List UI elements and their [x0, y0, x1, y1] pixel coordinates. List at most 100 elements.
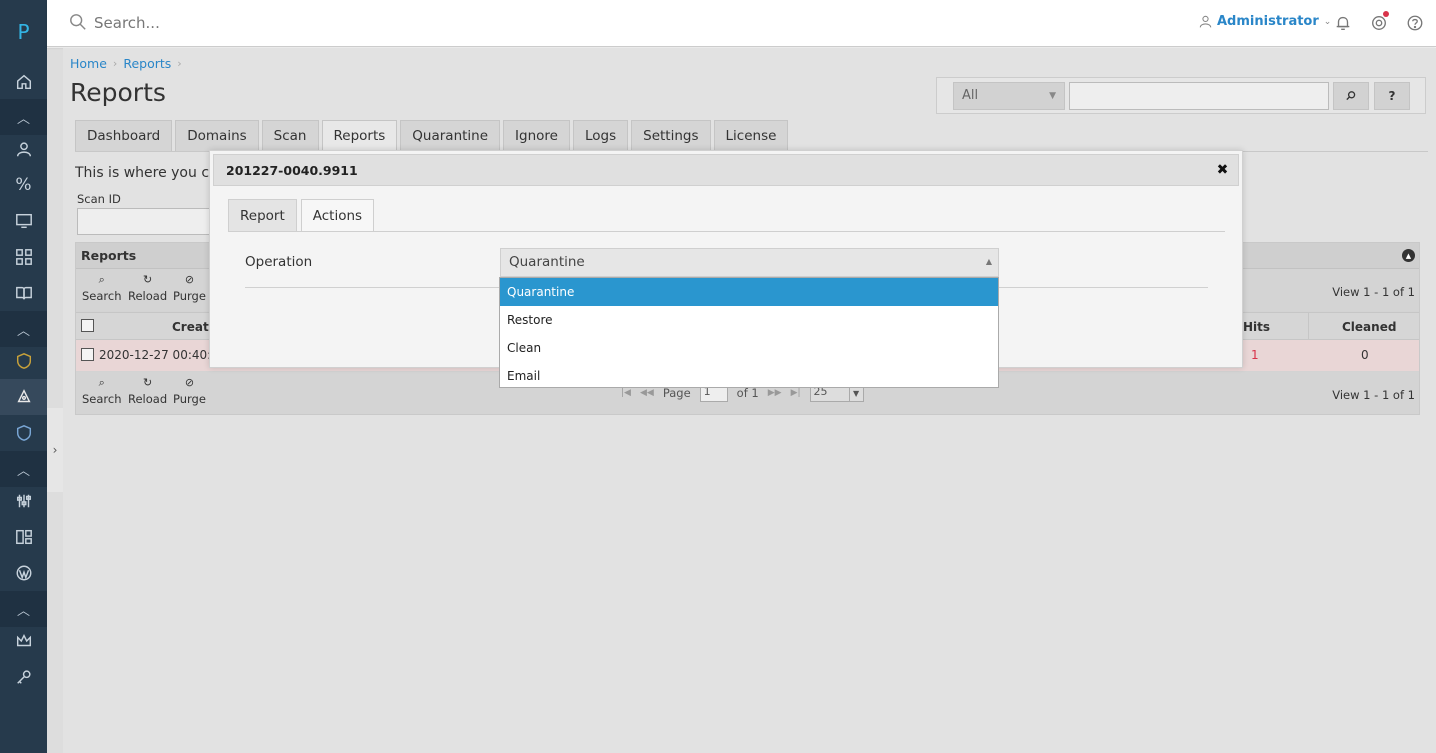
search-icon: ⌕	[98, 376, 105, 389]
column-divider	[1308, 313, 1309, 341]
tab-scan[interactable]: Scan	[261, 120, 319, 151]
purge-button-label: Purge	[173, 289, 206, 303]
search-button-label: Search	[82, 392, 122, 406]
user-menu[interactable]: Administrator ⌄	[1199, 14, 1331, 29]
operation-label: Operation	[245, 254, 313, 270]
cell-cleaned: 0	[1361, 348, 1369, 362]
top-bar: Administrator ⌄	[47, 0, 1436, 47]
layout-icon[interactable]	[0, 519, 47, 555]
user-icon	[1199, 15, 1212, 28]
tab-ignore[interactable]: Ignore	[503, 120, 570, 151]
filter-select[interactable]: All ▼	[953, 82, 1065, 110]
close-icon[interactable]: ✖	[1215, 162, 1230, 178]
purge-button[interactable]: ⊘ Purge	[173, 376, 206, 407]
tab-settings[interactable]: Settings	[631, 120, 711, 151]
search-icon: ⌕	[98, 273, 105, 286]
collapse-section-icon[interactable]: ︿	[0, 451, 47, 487]
breadcrumb-reports[interactable]: Reports	[123, 56, 171, 71]
home-icon[interactable]	[0, 64, 47, 100]
purge-button[interactable]: ⊘ Purge	[173, 273, 206, 304]
option-email[interactable]: Email	[500, 362, 998, 390]
scan-id-label: Scan ID	[77, 192, 121, 206]
global-search-input[interactable]	[94, 10, 494, 36]
intro-text: This is where you ca	[75, 165, 215, 181]
operation-select[interactable]: Quarantine ▲	[500, 248, 999, 277]
collapse-section-icon[interactable]: ︿	[0, 99, 47, 135]
app-logo[interactable]: P	[0, 0, 47, 64]
chevron-up-icon: ▲	[985, 257, 992, 266]
chevron-down-icon: ▼	[1049, 91, 1056, 101]
breadcrumb-home[interactable]: Home	[70, 56, 107, 71]
crown-icon[interactable]	[0, 623, 47, 659]
tab-report[interactable]: Report	[228, 199, 297, 231]
shield-icon[interactable]	[0, 343, 47, 379]
filter-help-button[interactable]: ?	[1374, 82, 1410, 110]
user-icon[interactable]	[0, 131, 47, 167]
monitor-icon[interactable]	[0, 203, 47, 239]
search-icon	[1346, 91, 1356, 101]
reload-button-label: Reload	[128, 289, 168, 303]
search-button[interactable]: ⌕ Search	[82, 273, 122, 304]
dialog-header: 201227-0040.9911 ✖	[213, 154, 1239, 186]
tab-actions[interactable]: Actions	[300, 199, 375, 232]
scan-id-input[interactable]	[77, 208, 217, 235]
help-icon[interactable]	[1405, 13, 1425, 33]
scanner-icon[interactable]	[0, 379, 47, 415]
filter-text-input[interactable]	[1069, 82, 1329, 110]
tab-reports[interactable]: Reports	[321, 120, 398, 151]
select-all-checkbox[interactable]	[81, 319, 94, 332]
collapse-grid-icon[interactable]: ▲	[1402, 249, 1415, 262]
page-title: Reports	[70, 78, 166, 107]
reload-icon: ↻	[142, 376, 153, 389]
tab-bar: Dashboard Domains Scan Reports Quarantin…	[75, 120, 789, 151]
column-cleaned[interactable]: Cleaned	[1342, 320, 1396, 334]
dialog-tabs: Report Actions	[228, 199, 375, 232]
grid-title: Reports	[81, 248, 137, 263]
search-icon	[70, 14, 86, 30]
purge-button-label: Purge	[173, 392, 206, 406]
search-button-label: Search	[82, 289, 122, 303]
left-nav-rail: P ︿ % ︿ ︿ ︿	[0, 0, 47, 753]
collapse-section-icon[interactable]: ︿	[0, 591, 47, 627]
tab-dashboard[interactable]: Dashboard	[75, 120, 173, 151]
option-clean[interactable]: Clean	[500, 334, 998, 362]
dialog-title: 201227-0040.9911	[226, 163, 358, 178]
notifications-icon[interactable]	[1333, 13, 1353, 33]
filter-search-button[interactable]	[1333, 82, 1369, 110]
percent-icon[interactable]: %	[0, 167, 47, 203]
apps-grid-icon[interactable]	[0, 239, 47, 275]
reload-button-label: Reload	[128, 392, 168, 406]
expand-panel-chevron-icon[interactable]: ›	[47, 408, 63, 492]
key-icon[interactable]	[0, 659, 47, 695]
tab-logs[interactable]: Logs	[572, 120, 629, 151]
user-name: Administrator	[1217, 14, 1319, 29]
option-quarantine[interactable]: Quarantine	[500, 278, 998, 306]
tab-license[interactable]: License	[713, 120, 789, 151]
notification-badge	[1383, 11, 1389, 17]
cell-hits: 1	[1251, 348, 1259, 362]
side-panel-strip	[47, 48, 63, 753]
filter-select-value: All	[962, 88, 979, 103]
sliders-icon[interactable]	[0, 483, 47, 519]
operation-select-value: Quarantine	[509, 254, 585, 270]
security-shield-icon[interactable]	[0, 415, 47, 451]
operation-dropdown-list: Quarantine Restore Clean Email	[499, 277, 999, 388]
column-hits[interactable]: Hits	[1243, 320, 1270, 334]
dialog-tab-divider	[228, 231, 1225, 232]
purge-icon: ⊘	[184, 273, 195, 286]
row-checkbox[interactable]	[81, 348, 94, 361]
purge-icon: ⊘	[184, 376, 195, 389]
collapse-section-icon[interactable]: ︿	[0, 311, 47, 347]
tab-quarantine[interactable]: Quarantine	[400, 120, 501, 151]
option-restore[interactable]: Restore	[500, 306, 998, 334]
tab-domains[interactable]: Domains	[175, 120, 259, 151]
book-icon[interactable]	[0, 275, 47, 311]
view-info: View 1 - 1 of 1	[1332, 388, 1415, 402]
support-lifebuoy-icon[interactable]	[1369, 11, 1389, 33]
reload-button[interactable]: ↻ Reload	[128, 376, 168, 407]
breadcrumb: Home › Reports ›	[70, 56, 182, 71]
search-button[interactable]: ⌕ Search	[82, 376, 122, 407]
breadcrumb-separator-icon: ›	[177, 57, 182, 70]
wordpress-icon[interactable]	[0, 555, 47, 591]
reload-button[interactable]: ↻ Reload	[128, 274, 168, 304]
